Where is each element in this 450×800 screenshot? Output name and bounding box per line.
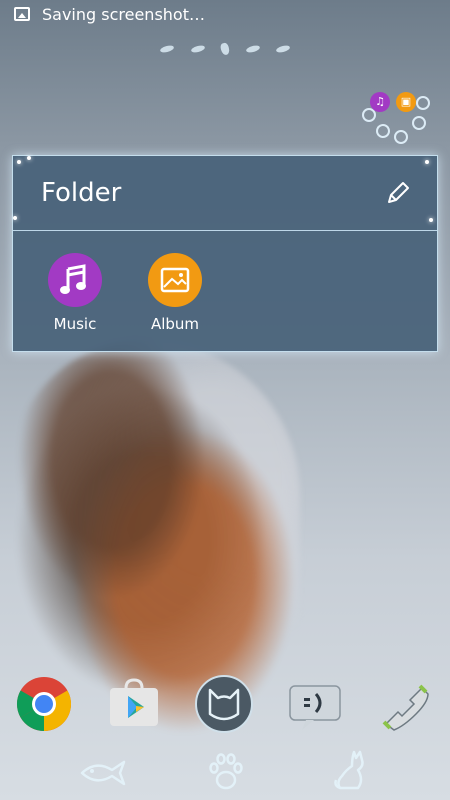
- page-dot: [275, 44, 291, 54]
- music-note-icon: ♫: [370, 92, 390, 112]
- music-app[interactable]: Music: [35, 253, 115, 333]
- phone-icon[interactable]: [376, 678, 432, 734]
- album-label: Album: [150, 315, 200, 333]
- play-store-icon[interactable]: [106, 674, 162, 730]
- page-dot: [244, 44, 261, 54]
- status-bar: Saving screenshot…: [0, 0, 450, 30]
- music-note-icon: [48, 253, 102, 307]
- album-app[interactable]: Album: [135, 253, 215, 333]
- message-icon[interactable]: [288, 680, 344, 736]
- page-dot-active: [219, 42, 231, 56]
- album-icon: [148, 253, 202, 307]
- folder-title[interactable]: Folder: [41, 178, 121, 208]
- fish-icon[interactable]: [78, 758, 128, 788]
- folder-header: Folder: [13, 156, 437, 231]
- open-folder: Folder Music Album: [12, 155, 438, 352]
- paw-icon[interactable]: [208, 752, 244, 792]
- image-icon: [14, 7, 30, 21]
- page-dot: [189, 44, 206, 54]
- folder-shortcut[interactable]: ♫ ▣: [360, 86, 430, 148]
- music-label: Music: [53, 315, 97, 333]
- cat-face-icon[interactable]: [194, 674, 254, 734]
- page-dot: [159, 44, 175, 54]
- pencil-icon[interactable]: [385, 180, 411, 206]
- notification-text: Saving screenshot…: [42, 5, 205, 24]
- page-indicator: [159, 42, 291, 56]
- chrome-icon[interactable]: [16, 676, 72, 732]
- album-icon: ▣: [396, 92, 416, 112]
- cat-silhouette-icon[interactable]: [332, 748, 368, 792]
